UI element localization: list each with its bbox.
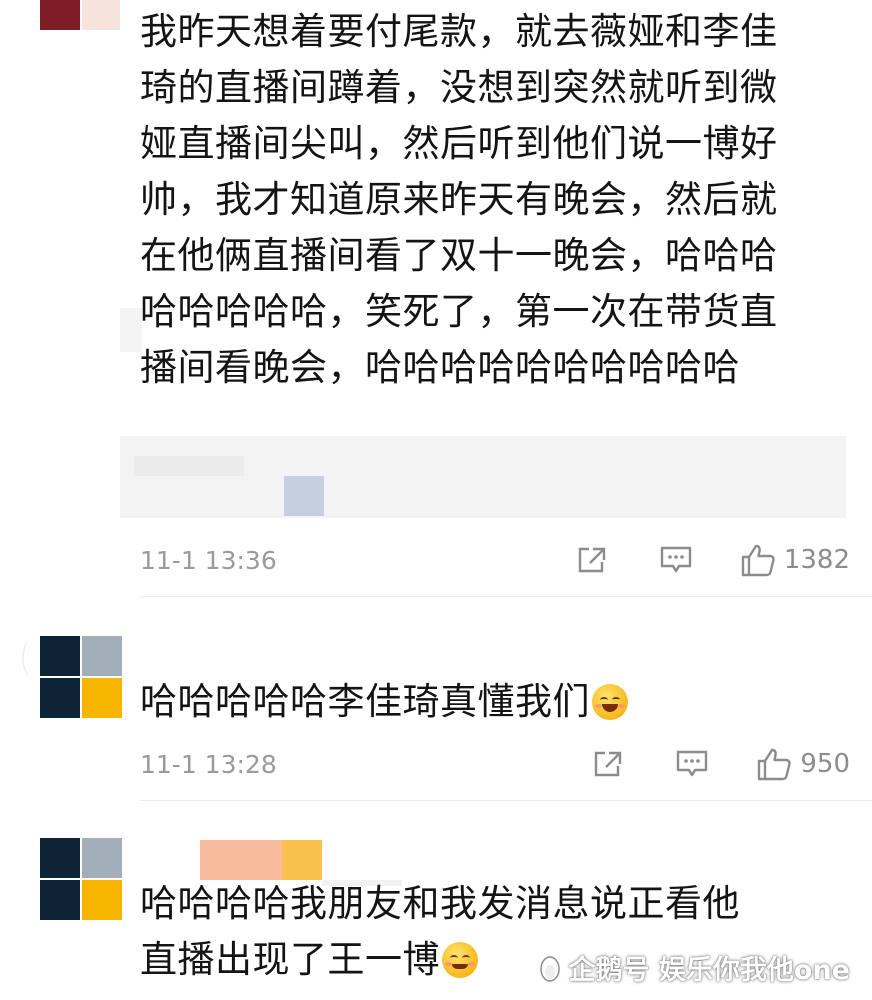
redacted-username: [200, 840, 282, 880]
share-icon: [595, 751, 622, 777]
comment-meta: 11-1 13:28 950: [140, 744, 850, 784]
redacted-patch: [134, 456, 244, 476]
avatar-tile: [40, 838, 80, 878]
blushing-face-emoji: [442, 942, 478, 978]
redacted-username: [120, 308, 142, 352]
like-count: 1382: [783, 545, 850, 575]
share-button[interactable]: [572, 545, 612, 575]
penguin-icon: [539, 955, 560, 982]
thumbs-up-icon: [741, 544, 775, 577]
like-count: 950: [800, 749, 850, 779]
quoted-reply-redacted[interactable]: [120, 436, 846, 518]
avatar-tile: [40, 880, 80, 920]
redacted-patch: [284, 476, 324, 516]
avatar-tile: [40, 678, 80, 718]
share-button[interactable]: [588, 749, 628, 779]
watermark: 企鹅号 娱乐你我他one: [537, 948, 850, 987]
like-button[interactable]: 1382: [740, 543, 850, 577]
avatar[interactable]: [40, 636, 122, 718]
reply-button[interactable]: [672, 749, 712, 779]
divider: [140, 596, 872, 597]
timestamp: 11-1 13:28: [140, 749, 277, 779]
divider: [140, 800, 872, 801]
avatar-tile: [40, 636, 80, 676]
watermark-text: 企鹅号 娱乐你我他one: [568, 955, 850, 986]
redacted-username: [22, 640, 40, 676]
comment-text: 哈哈哈哈哈李佳琦真懂我们: [140, 674, 628, 730]
avatar-tile: [82, 678, 122, 718]
share-icon: [578, 547, 606, 573]
avatar-tile: [82, 0, 120, 30]
thumbs-up-icon: [758, 748, 792, 781]
avatar[interactable]: [40, 0, 122, 30]
avatar-tile: [82, 636, 122, 676]
avatar[interactable]: [40, 838, 122, 920]
grinning-face-emoji: [592, 684, 628, 720]
comment-text: 我昨天想着要付尾款，就去薇娅和李佳 琦的直播间蹲着，没想到突然就听到微 娅直播间…: [140, 10, 778, 389]
avatar-tile: [82, 880, 122, 920]
redacted-username: [282, 840, 322, 880]
avatar-tile: [82, 838, 122, 878]
comment-icon: [677, 750, 708, 777]
reply-button[interactable]: [656, 545, 696, 575]
comment-icon: [660, 546, 692, 573]
comment-meta: 11-1 13:36 1382: [140, 540, 850, 580]
avatar-tile: [40, 0, 80, 30]
like-button[interactable]: 950: [756, 747, 850, 781]
timestamp: 11-1 13:36: [140, 545, 277, 575]
